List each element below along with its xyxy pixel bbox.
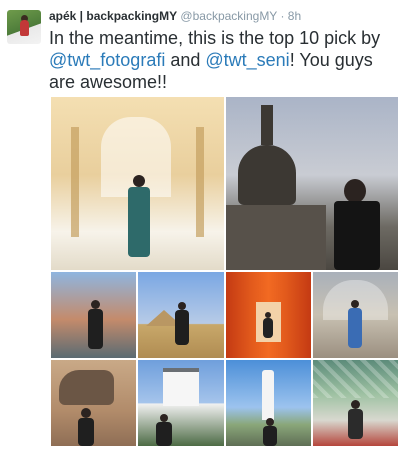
stupa-bell <box>238 145 296 205</box>
author-handle[interactable]: @backpackingMY <box>180 9 277 23</box>
person-body <box>334 201 380 270</box>
photo-fushimi-inari-torii[interactable] <box>226 272 311 358</box>
person-body <box>88 309 103 349</box>
person-body <box>263 318 273 338</box>
castle-shape <box>163 368 199 406</box>
photo-glass-roof-atrium[interactable] <box>313 360 398 446</box>
column-shape <box>71 127 79 237</box>
author-name[interactable]: apék | backpackingMY <box>49 9 177 23</box>
person-body <box>78 418 94 446</box>
photo-himeji-castle[interactable] <box>138 360 224 446</box>
person-head <box>178 302 186 310</box>
person-body <box>348 308 362 348</box>
avatar-figure <box>20 20 29 36</box>
person-body <box>175 310 189 345</box>
tweet-text-part: and <box>165 50 206 70</box>
horse-sculpture-shape <box>59 370 114 405</box>
photo-venice-canal[interactable] <box>51 272 136 358</box>
tweet-header: apék | backpackingMY @backpackingMY · 8h <box>49 9 301 23</box>
tweet-timestamp[interactable]: 8h <box>288 9 301 23</box>
person-body <box>348 409 363 439</box>
person-head <box>351 300 359 308</box>
person-body <box>263 426 277 446</box>
person-head <box>344 179 366 203</box>
stupa-spire <box>261 105 273 145</box>
mention-link-seni[interactable]: @twt_seni <box>205 50 289 70</box>
person-head <box>351 400 360 409</box>
photo-borobudur-stupas[interactable] <box>226 97 398 270</box>
photo-alhambra-palace[interactable] <box>51 97 224 270</box>
photo-collage[interactable] <box>51 97 398 446</box>
meta-separator: · <box>280 9 285 23</box>
photo-natural-history-museum[interactable] <box>313 272 398 358</box>
person-head <box>160 414 168 422</box>
column-shape <box>196 127 204 237</box>
photo-sculpture-horse[interactable] <box>51 360 136 446</box>
lighthouse-shape <box>262 370 274 420</box>
photo-lighthouse[interactable] <box>226 360 311 446</box>
person-head <box>91 300 100 309</box>
tweet-card: apék | backpackingMY @backpackingMY · 8h… <box>0 0 407 454</box>
photo-giza-pyramids[interactable] <box>138 272 224 358</box>
tweet-text: In the meantime, this is the top 10 pick… <box>49 27 399 93</box>
person-body <box>128 187 150 257</box>
person-head <box>81 408 91 418</box>
person-head <box>133 175 145 187</box>
tweet-text-part: In the meantime, this is the top 10 pick… <box>49 28 381 48</box>
avatar[interactable] <box>7 10 41 44</box>
stupa-base <box>226 205 326 270</box>
person-body <box>156 422 172 446</box>
person-head <box>266 418 274 426</box>
glass-roof-pattern <box>313 360 398 398</box>
mention-link-fotografi[interactable]: @twt_fotografi <box>49 50 165 70</box>
